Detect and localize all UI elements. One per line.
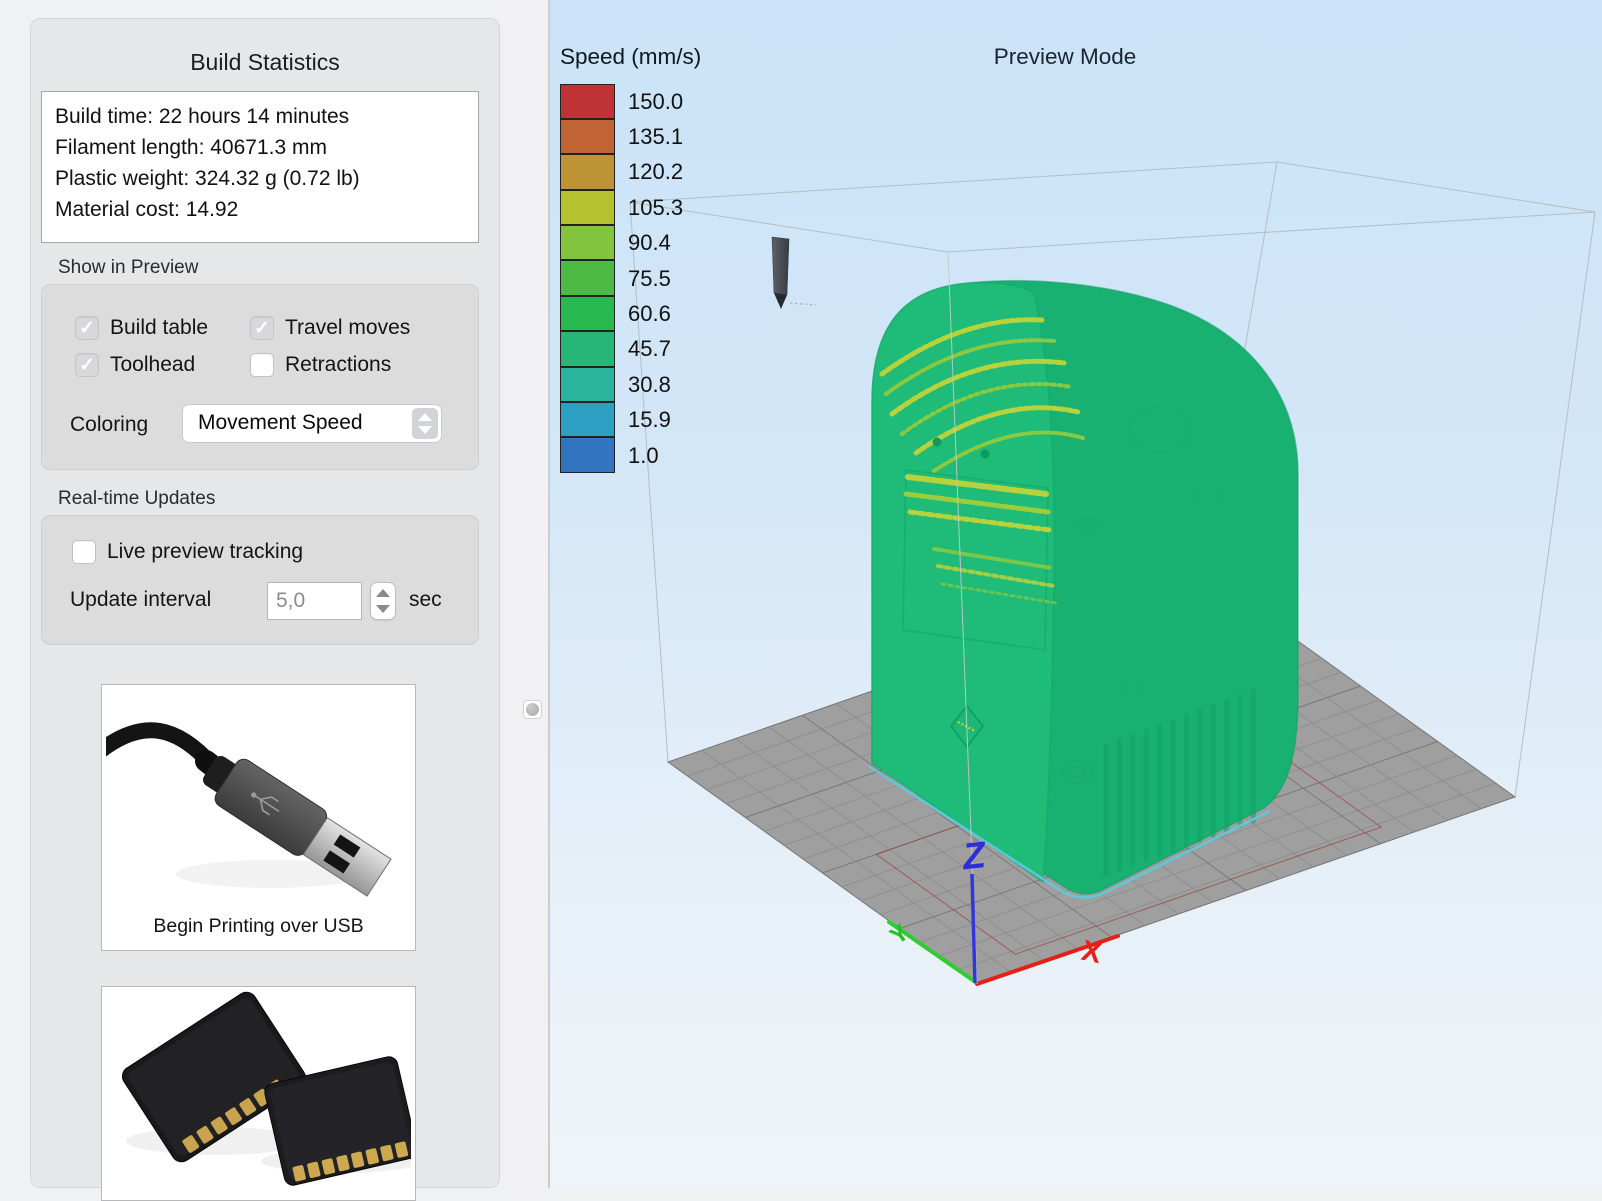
legend-entry: 105.3 [560,190,701,225]
legend-value: 135.1 [628,124,683,150]
update-interval-unit: sec [409,588,442,612]
show-in-preview-group: Build table Travel moves Toolhead Retrac… [41,284,479,470]
update-interval-label: Update interval [70,588,211,612]
legend-swatch [560,331,615,366]
legend-swatch [560,119,615,154]
legend-value: 105.3 [628,195,683,221]
usb-button-label: Begin Printing over USB [102,907,415,948]
preview-3d-viewport: Z X Y Speed (mm/s) 150.0 135.1 120.2 105.3 9… [550,0,1602,1188]
legend-swatch [560,190,615,225]
legend-value: 45.7 [628,336,671,362]
legend-value: 120.2 [628,159,683,185]
legend-value: 15.9 [628,407,671,433]
stat-material-cost: Material cost: 14.92 [55,194,465,225]
legend-entry: 150.0 [560,84,701,119]
legend-value: 90.4 [628,230,671,256]
sd-card-button[interactable] [101,986,416,1201]
live-preview-tracking-label: Live preview tracking [107,540,303,564]
build-table-label: Build table [110,316,208,340]
legend-entry: 15.9 [560,403,701,438]
legend-value: 30.8 [628,372,671,398]
legend-entry: 90.4 [560,226,701,261]
legend-entry: 60.6 [560,296,701,331]
toolhead-label: Toolhead [110,353,195,377]
speed-legend: Speed (mm/s) 150.0 135.1 120.2 105.3 90.4 75.… [560,44,701,473]
realtime-updates-label: Real-time Updates [58,488,215,510]
retractions-checkbox[interactable] [250,353,274,377]
begin-printing-usb-button[interactable]: Begin Printing over USB [101,684,416,951]
legend-swatch [560,367,615,402]
legend-entry: 120.2 [560,155,701,190]
show-in-preview-label: Show in Preview [58,257,198,279]
legend-swatch [560,296,615,331]
legend-swatch [560,225,615,260]
sd-cards-image [106,991,411,1191]
legend-swatch [560,402,615,437]
toolhead-checkbox[interactable] [75,353,99,377]
legend-value: 1.0 [628,443,659,469]
speed-legend-title: Speed (mm/s) [560,44,701,70]
face-hole [981,450,990,459]
legend-value: 60.6 [628,301,671,327]
panel-title: Build Statistics [31,49,499,76]
preview-mode-title: Preview Mode [980,44,1150,70]
retractions-label: Retractions [285,353,391,377]
build-statistics-box: Build time: 22 hours 14 minutes Filament… [41,91,479,243]
legend-entry: 45.7 [560,332,701,367]
preview-canvas[interactable]: Z X Y [550,0,1602,1188]
speed-legend-rows: 150.0 135.1 120.2 105.3 90.4 75.5 60.6 45.7 30.8… [560,84,701,473]
realtime-updates-group: Live preview tracking Update interval se… [41,515,479,645]
splitter-gutter [500,0,550,1188]
printed-model [869,281,1298,898]
legend-swatch [560,84,615,119]
coloring-select-value: Movement Speed [198,411,363,435]
face-hole [933,438,942,447]
travel-moves-label: Travel moves [285,316,410,340]
coloring-select[interactable]: Movement Speed [182,404,442,443]
select-chevrons-icon [412,408,438,439]
build-statistics-panel: Build Statistics Build time: 22 hours 14… [30,18,500,1188]
legend-value: 150.0 [628,89,683,115]
stat-plastic-weight: Plastic weight: 324.32 g (0.72 lb) [55,163,465,194]
toolhead-indicator [772,237,816,309]
legend-swatch [560,260,615,295]
sidebar: Build Statistics Build time: 22 hours 14… [0,0,550,1188]
legend-entry: 30.8 [560,367,701,402]
travel-moves-checkbox[interactable] [250,316,274,340]
stat-build-time: Build time: 22 hours 14 minutes [55,101,465,132]
stat-filament-length: Filament length: 40671.3 mm [55,132,465,163]
live-preview-tracking-checkbox[interactable] [72,540,96,564]
update-interval-input[interactable] [267,582,362,620]
update-interval-stepper[interactable] [370,582,396,620]
legend-value: 75.5 [628,266,671,292]
build-table-checkbox[interactable] [75,316,99,340]
legend-swatch [560,154,615,189]
legend-entry: 135.1 [560,119,701,154]
splitter-handle[interactable] [523,700,542,719]
coloring-label: Coloring [70,413,148,437]
usb-plug-image [106,689,411,907]
legend-swatch [560,437,615,472]
legend-entry: 1.0 [560,438,701,473]
legend-entry: 75.5 [560,261,701,296]
